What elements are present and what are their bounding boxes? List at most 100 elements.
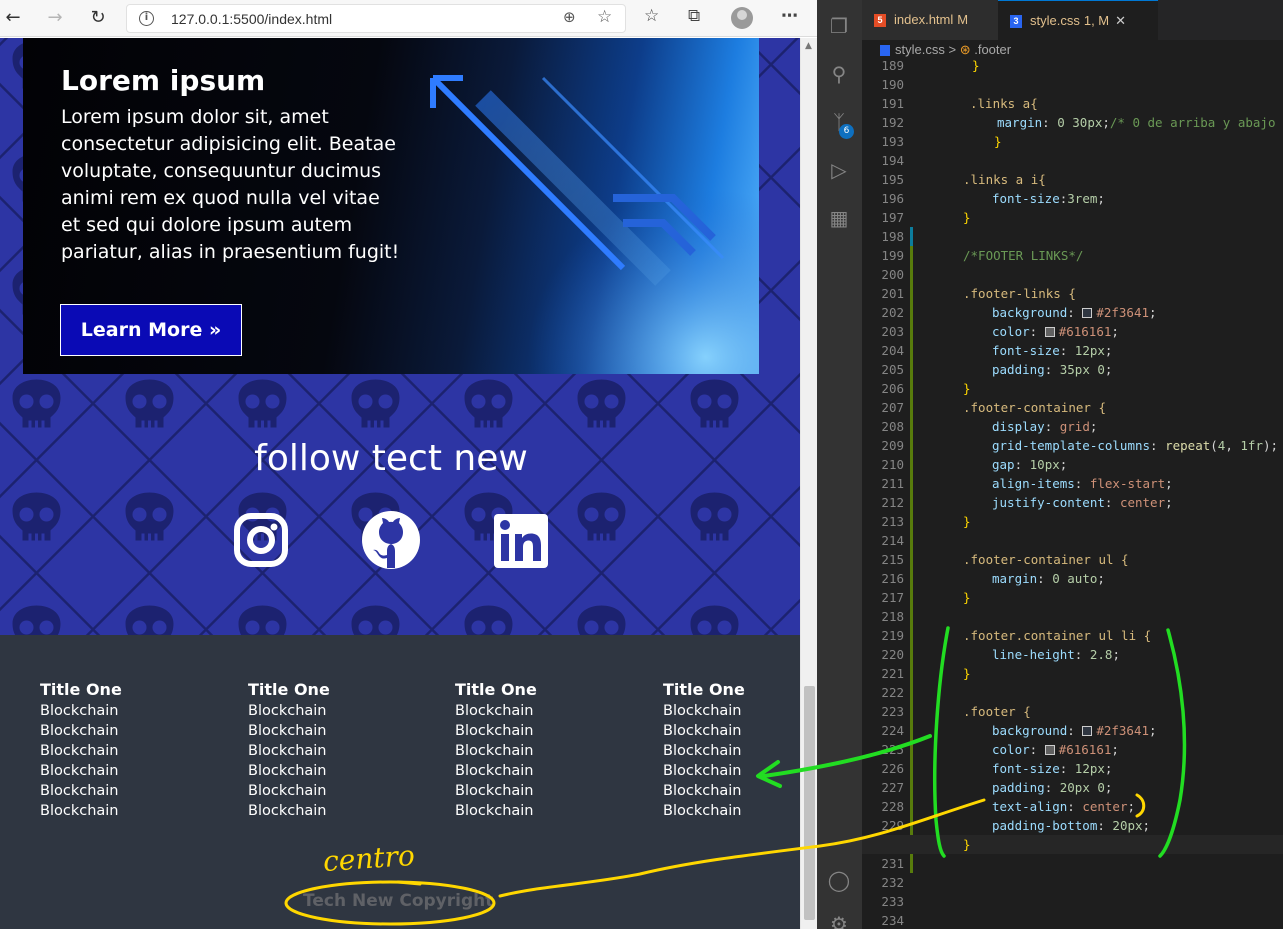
code-token: } bbox=[963, 514, 971, 529]
footer-link[interactable]: Blockchain bbox=[40, 741, 220, 761]
footer-column-title: Title One bbox=[663, 680, 745, 699]
footer-link[interactable]: Blockchain bbox=[248, 801, 428, 821]
info-icon[interactable]: i bbox=[139, 11, 154, 26]
code-token: 0 auto bbox=[1052, 571, 1098, 586]
code-token: font-size bbox=[992, 343, 1060, 358]
footer-link[interactable]: Blockchain bbox=[40, 701, 220, 721]
breadcrumb-separator: > bbox=[948, 42, 957, 57]
footer-link[interactable]: Blockchain bbox=[455, 801, 635, 821]
vscode-window: ❐ ⚲ ᛉ 6 ▷ ▦ ◯ ⚙ 5 index.html M 3 style.css 1… bbox=[817, 0, 1283, 929]
color-swatch[interactable] bbox=[1082, 726, 1093, 736]
code-token: #2f3641 bbox=[1096, 305, 1150, 320]
footer-link[interactable]: Blockchain bbox=[663, 781, 800, 801]
footer-link[interactable]: Blockchain bbox=[455, 761, 635, 781]
code-token: 10px bbox=[1029, 457, 1060, 472]
line-number-text: 233 bbox=[881, 894, 904, 909]
footer-link[interactable]: Blockchain bbox=[455, 781, 635, 801]
code-token: padding bbox=[992, 780, 1045, 795]
html-file-icon: 5 bbox=[874, 14, 886, 28]
code-token: display bbox=[992, 419, 1045, 434]
collections-icon[interactable]: ⧉ bbox=[688, 6, 700, 26]
github-icon[interactable] bbox=[361, 510, 421, 570]
favorites-icon[interactable]: ☆ bbox=[644, 6, 659, 26]
code-token: line-height bbox=[992, 647, 1075, 662]
code-token: center bbox=[1082, 799, 1128, 814]
profile-avatar[interactable] bbox=[731, 7, 753, 29]
footer-link[interactable]: Blockchain bbox=[248, 761, 428, 781]
footer-link[interactable]: Blockchain bbox=[455, 701, 635, 721]
code-token: /*FOOTER LINKS*/ bbox=[963, 248, 1084, 263]
line-number: 231 bbox=[862, 854, 1283, 873]
footer-link[interactable]: Blockchain bbox=[663, 721, 800, 741]
code-token: .links a{ bbox=[970, 96, 1038, 111]
footer-column-title: Title One bbox=[248, 680, 330, 699]
footer: Title One Blockchain Blockchain Blockcha… bbox=[0, 635, 800, 929]
footer-column-title: Title One bbox=[40, 680, 122, 699]
back-icon[interactable]: ← bbox=[0, 6, 26, 30]
forward-icon[interactable]: → bbox=[42, 6, 68, 30]
breadcrumb-file[interactable]: style.css bbox=[895, 42, 945, 57]
code-token: justify-content bbox=[992, 495, 1105, 510]
code-editor[interactable]: 189 190 191 192 193 194 195 196 197 198 199 200 201 2… bbox=[862, 59, 1283, 929]
footer-link[interactable]: Blockchain bbox=[40, 801, 220, 821]
footer-link[interactable]: Blockchain bbox=[663, 761, 800, 781]
code-token: } bbox=[963, 210, 971, 225]
annotation-label: centro bbox=[321, 838, 416, 879]
code-token: color bbox=[992, 324, 1030, 339]
footer-link[interactable]: Blockchain bbox=[663, 741, 800, 761]
color-swatch[interactable] bbox=[1044, 327, 1055, 337]
footer-link[interactable]: Blockchain bbox=[40, 781, 220, 801]
color-swatch[interactable] bbox=[1082, 308, 1093, 318]
browser-toolbar: ← → ↻ i 127.0.0.1:5500/index.html ⊕ ☆ ☆ … bbox=[0, 0, 817, 37]
search-icon[interactable]: ⚲ bbox=[827, 62, 851, 86]
instagram-icon[interactable] bbox=[233, 512, 289, 568]
css-file-icon: 3 bbox=[1010, 15, 1022, 29]
code-token: #616161 bbox=[1058, 742, 1112, 757]
learn-more-button[interactable]: Learn More » bbox=[60, 304, 242, 356]
footer-link[interactable]: Blockchain bbox=[40, 721, 220, 741]
footer-column: Title One Blockchain Blockchain Blockcha… bbox=[455, 679, 635, 821]
line-number-text: 234 bbox=[881, 913, 904, 928]
linkedin-icon[interactable] bbox=[494, 514, 548, 568]
explorer-icon[interactable]: ❐ bbox=[827, 14, 851, 38]
page-scrollbar[interactable]: ▲ bbox=[800, 38, 817, 929]
code-token: center bbox=[1119, 495, 1166, 510]
line-number-text: 222 bbox=[881, 685, 904, 700]
run-debug-icon[interactable]: ▷ bbox=[827, 158, 851, 182]
code-token: .footer-links { bbox=[963, 286, 1076, 301]
tab-style-css[interactable]: 3 style.css 1, M ✕ bbox=[998, 0, 1158, 40]
breadcrumb-symbol[interactable]: .footer bbox=[974, 42, 1011, 57]
add-favorite-icon[interactable]: ☆ bbox=[597, 7, 612, 27]
footer-link[interactable]: Blockchain bbox=[248, 701, 428, 721]
code-token: .links a i{ bbox=[963, 172, 1046, 187]
tab-badge: 1, M bbox=[1083, 13, 1110, 28]
code-token: background bbox=[992, 723, 1068, 738]
footer-link[interactable]: Blockchain bbox=[248, 781, 428, 801]
line-number-text: 218 bbox=[881, 609, 904, 624]
address-bar[interactable]: i 127.0.0.1:5500/index.html ⊕ ☆ bbox=[126, 4, 626, 33]
more-menu-icon[interactable]: ⋯ bbox=[781, 6, 798, 26]
tab-index-html[interactable]: 5 index.html M bbox=[862, 0, 998, 40]
settings-gear-icon[interactable]: ⚙ bbox=[827, 912, 851, 929]
scroll-up-icon[interactable]: ▲ bbox=[805, 41, 812, 51]
color-swatch[interactable] bbox=[1044, 745, 1055, 755]
footer-link[interactable]: Blockchain bbox=[663, 801, 800, 821]
code-token: repeat bbox=[1165, 438, 1211, 453]
footer-link[interactable]: Blockchain bbox=[40, 761, 220, 781]
scrollbar-thumb[interactable] bbox=[804, 686, 815, 920]
code-token: 0 30px bbox=[1057, 115, 1103, 130]
line-number-text: 194 bbox=[881, 153, 904, 168]
extensions-icon[interactable]: ▦ bbox=[827, 206, 851, 230]
footer-link[interactable]: Blockchain bbox=[663, 701, 800, 721]
close-icon[interactable]: ✕ bbox=[1115, 13, 1126, 28]
code-token: background bbox=[992, 305, 1068, 320]
url-text[interactable]: 127.0.0.1:5500/index.html bbox=[171, 11, 332, 27]
footer-link[interactable]: Blockchain bbox=[248, 721, 428, 741]
footer-link[interactable]: Blockchain bbox=[455, 741, 635, 761]
zoom-in-icon[interactable]: ⊕ bbox=[563, 8, 576, 26]
footer-link[interactable]: Blockchain bbox=[455, 721, 635, 741]
footer-link[interactable]: Blockchain bbox=[248, 741, 428, 761]
reload-icon[interactable]: ↻ bbox=[85, 6, 111, 30]
account-icon[interactable]: ◯ bbox=[827, 868, 851, 892]
code-token: 4 bbox=[1217, 438, 1226, 453]
